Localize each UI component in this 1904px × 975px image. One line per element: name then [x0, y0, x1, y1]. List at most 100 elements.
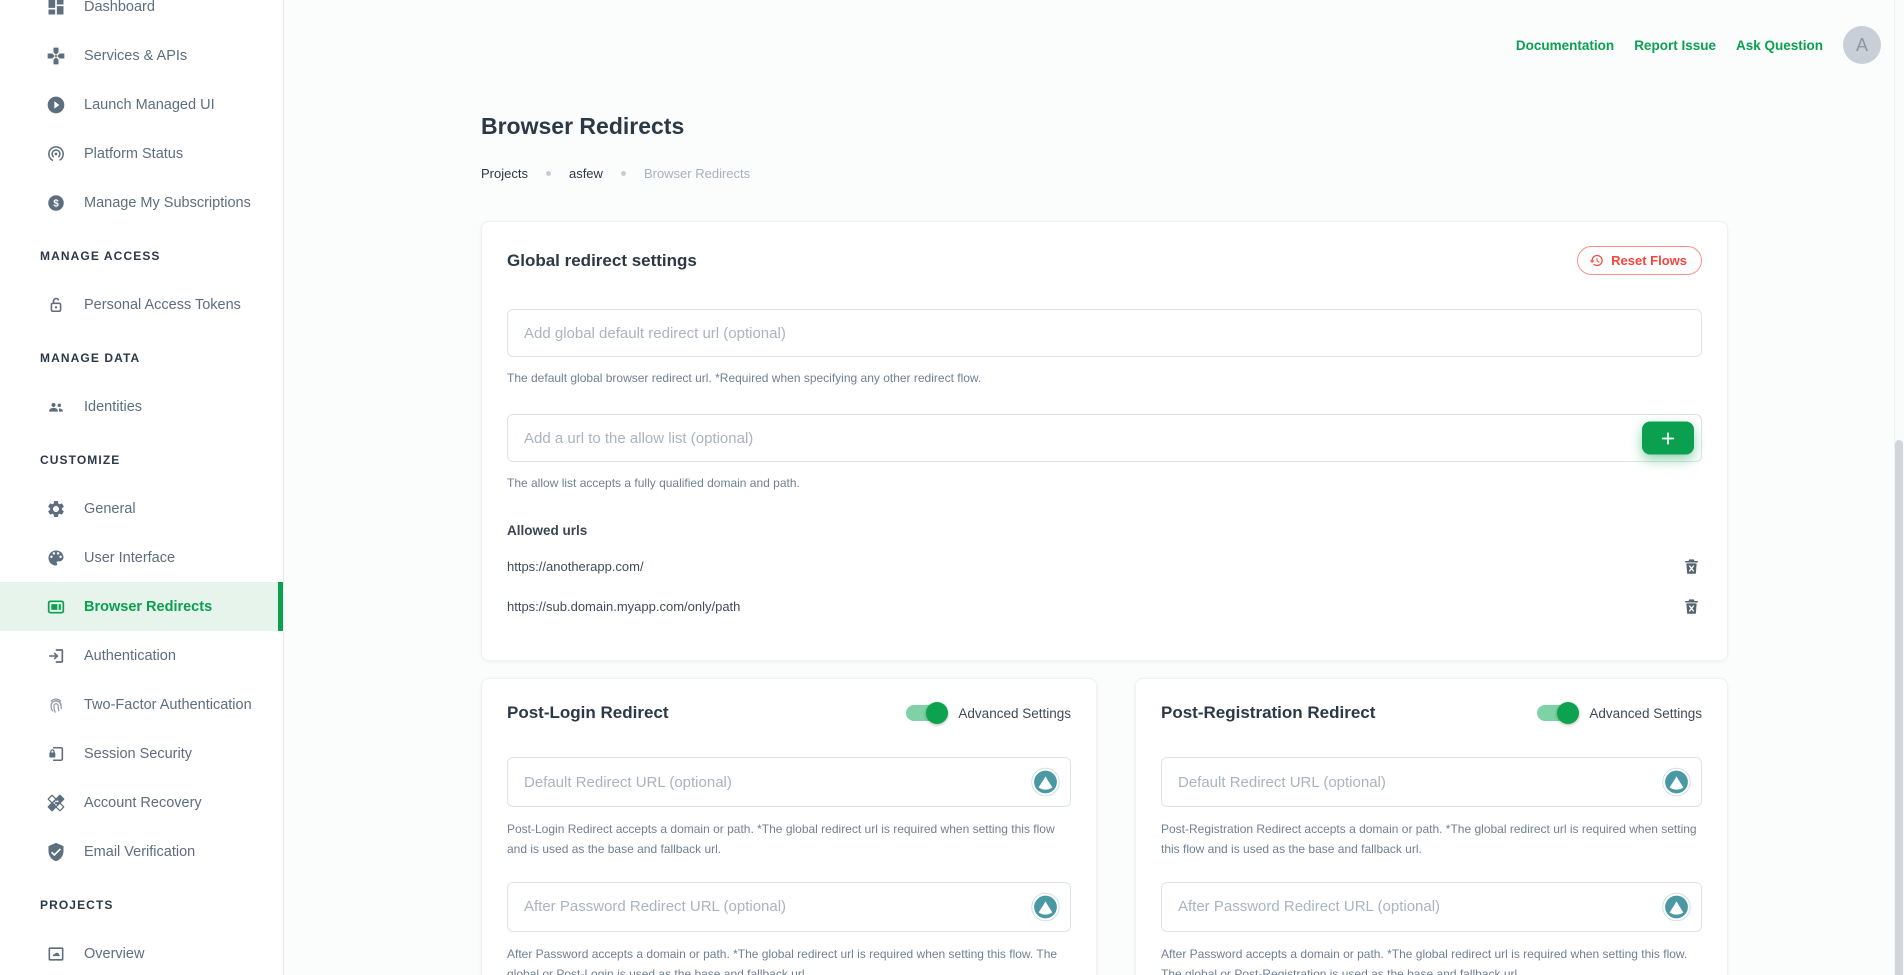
- breadcrumb-projects[interactable]: Projects: [481, 166, 528, 181]
- fingerprint-icon: [44, 693, 68, 717]
- post-registration-after-password-input[interactable]: [1161, 882, 1702, 932]
- allow-list-url-input[interactable]: [507, 414, 1702, 462]
- play-circle-icon: [44, 93, 68, 117]
- post-login-card-title: Post-Login Redirect: [507, 703, 669, 723]
- page-title: Browser Redirects: [481, 112, 1728, 140]
- avatar-initial: A: [1856, 35, 1868, 56]
- login-arrow-icon: [44, 644, 68, 668]
- post-login-redirect-card: Post-Login Redirect Advanced Settings: [481, 678, 1097, 975]
- sidebar-item-label: Personal Access Tokens: [84, 297, 241, 313]
- services-apis-icon: [44, 44, 68, 68]
- sidebar-item-label: General: [84, 501, 136, 517]
- post-login-after-password-field: [507, 882, 1071, 932]
- post-registration-default-url-input[interactable]: [1161, 757, 1702, 807]
- sidebar-item-platform-status[interactable]: Platform Status: [0, 129, 283, 178]
- allowed-url-row: https://sub.domain.myapp.com/only/path: [507, 594, 1702, 618]
- post-registration-card-title: Post-Registration Redirect: [1161, 703, 1375, 723]
- sidebar: Dashboard Services & APIs Launch Managed…: [0, 0, 284, 975]
- sidebar-item-label: Session Security: [84, 746, 192, 762]
- palette-icon: [44, 546, 68, 570]
- advanced-settings-label: Advanced Settings: [958, 706, 1071, 721]
- verified-shield-icon: [44, 840, 68, 864]
- post-registration-after-password-field: [1161, 882, 1702, 932]
- breadcrumb-current: Browser Redirects: [644, 166, 750, 181]
- sidebar-item-label: Identities: [84, 399, 142, 415]
- allowed-url-text: https://sub.domain.myapp.com/only/path: [507, 599, 740, 614]
- sidebar-item-label: Authentication: [84, 648, 176, 664]
- sidebar-item-browser-redirects[interactable]: Browser Redirects: [0, 582, 283, 631]
- page-scrollbar-track: [1894, 0, 1904, 975]
- page-scrollbar-thumb[interactable]: [1895, 440, 1903, 975]
- cloud-preview-icon: [44, 942, 68, 966]
- post-registration-default-url-field: [1161, 757, 1702, 807]
- gear-icon: [44, 497, 68, 521]
- allow-list-url-field: [507, 414, 1702, 462]
- healing-bandage-icon: [44, 791, 68, 815]
- flow-cards-row: Post-Login Redirect Advanced Settings: [481, 678, 1728, 975]
- sidebar-section-customize: CUSTOMIZE: [0, 435, 283, 484]
- allowed-url-row: https://anotherapp.com/: [507, 554, 1702, 578]
- post-registration-redirect-card: Post-Registration Redirect Advanced Sett…: [1135, 678, 1728, 975]
- sidebar-item-overview[interactable]: Overview: [0, 929, 283, 975]
- plus-icon: [1659, 429, 1677, 447]
- post-login-after-password-input[interactable]: [507, 882, 1071, 932]
- ask-question-link[interactable]: Ask Question: [1736, 38, 1823, 53]
- sidebar-item-authentication[interactable]: Authentication: [0, 631, 283, 680]
- global-redirect-settings-card: Global redirect settings Reset Flows The…: [481, 221, 1728, 661]
- sidebar-item-label: Email Verification: [84, 844, 195, 860]
- sidebar-item-label: Browser Redirects: [84, 599, 212, 615]
- delete-url-button[interactable]: [1680, 595, 1702, 617]
- add-url-button[interactable]: [1642, 422, 1694, 455]
- post-login-advanced-toggle[interactable]: [906, 705, 946, 721]
- post-login-default-url-field: [507, 757, 1071, 807]
- dashboard-icon: [44, 0, 68, 19]
- global-default-url-field: [507, 309, 1702, 357]
- sidebar-item-label: Platform Status: [84, 146, 183, 162]
- sidebar-item-account-recovery[interactable]: Account Recovery: [0, 778, 283, 827]
- svg-text:$: $: [53, 198, 59, 209]
- restore-icon: [1589, 253, 1604, 268]
- sidebar-item-user-interface[interactable]: User Interface: [0, 533, 283, 582]
- sidebar-item-dashboard[interactable]: Dashboard: [0, 0, 283, 31]
- sidebar-item-label: Overview: [84, 946, 144, 962]
- sidebar-item-label: User Interface: [84, 550, 175, 566]
- sidebar-item-manage-subscriptions[interactable]: $ Manage My Subscriptions: [0, 178, 283, 227]
- people-icon: [44, 395, 68, 419]
- mountain-circle-icon: [1662, 768, 1691, 797]
- avatar[interactable]: A: [1843, 26, 1881, 64]
- sidebar-item-general[interactable]: General: [0, 484, 283, 533]
- global-card-title: Global redirect settings: [507, 251, 697, 271]
- sidebar-item-launch-managed-ui[interactable]: Launch Managed UI: [0, 80, 283, 129]
- sidebar-item-personal-access-tokens[interactable]: Personal Access Tokens: [0, 280, 283, 329]
- sidebar-item-label: Launch Managed UI: [84, 97, 215, 113]
- post-login-after-password-help: After Password accepts a domain or path.…: [507, 945, 1071, 975]
- sidebar-item-services-apis[interactable]: Services & APIs: [0, 31, 283, 80]
- sidebar-item-two-factor-authentication[interactable]: Two-Factor Authentication: [0, 680, 283, 729]
- sidebar-item-identities[interactable]: Identities: [0, 382, 283, 431]
- toggle-knob: [926, 702, 948, 724]
- post-registration-advanced-toggle[interactable]: [1537, 705, 1577, 721]
- mountain-circle-icon: [1031, 892, 1060, 921]
- global-default-url-input[interactable]: [507, 309, 1702, 357]
- allowed-urls-title: Allowed urls: [507, 523, 1702, 538]
- delete-url-button[interactable]: [1680, 555, 1702, 577]
- post-registration-default-help: Post-Registration Redirect accepts a dom…: [1161, 820, 1702, 860]
- status-radar-icon: [44, 142, 68, 166]
- sidebar-item-label: Two-Factor Authentication: [84, 697, 252, 713]
- device-lock-icon: [44, 742, 68, 766]
- reset-flows-button[interactable]: Reset Flows: [1577, 246, 1702, 275]
- lock-icon: [44, 293, 68, 317]
- toggle-knob: [1557, 702, 1579, 724]
- sidebar-item-label: Manage My Subscriptions: [84, 195, 251, 211]
- reset-flows-label: Reset Flows: [1611, 253, 1687, 268]
- post-login-default-url-input[interactable]: [507, 757, 1071, 807]
- breadcrumb-project-name[interactable]: asfew: [569, 166, 603, 181]
- breadcrumb-dot: [621, 171, 626, 176]
- allow-list-help: The allow list accepts a fully qualified…: [507, 474, 1702, 493]
- sidebar-item-email-verification[interactable]: Email Verification: [0, 827, 283, 876]
- sidebar-item-session-security[interactable]: Session Security: [0, 729, 283, 778]
- allowed-url-text: https://anotherapp.com/: [507, 559, 644, 574]
- app-window: Dashboard Services & APIs Launch Managed…: [0, 0, 1904, 975]
- breadcrumb-dot: [546, 171, 551, 176]
- sidebar-item-label: Dashboard: [84, 0, 155, 15]
